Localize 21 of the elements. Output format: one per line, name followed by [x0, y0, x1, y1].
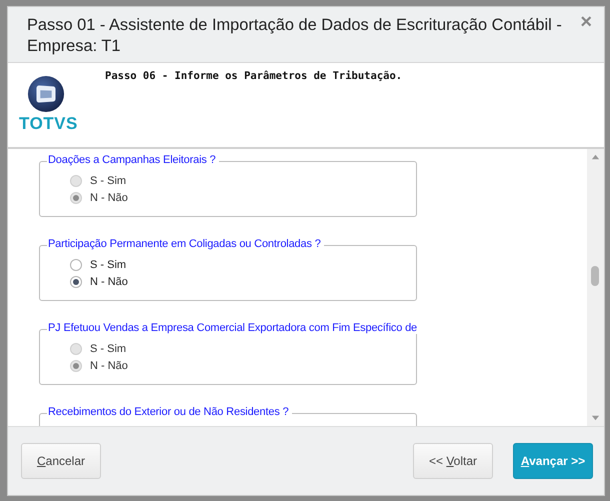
scroll-down-icon[interactable] — [591, 413, 600, 422]
scrollbar[interactable] — [587, 149, 604, 426]
radio-label: S - Sim — [90, 258, 126, 270]
radio-label: N - Não — [90, 276, 128, 288]
logo-icon — [27, 75, 65, 113]
scroll-up-icon[interactable] — [591, 153, 600, 162]
radio-label: N - Não — [90, 192, 128, 204]
cancel-button[interactable]: Cancelar — [21, 443, 101, 479]
logo-text: TOTVS — [19, 114, 78, 134]
radio-label: N - Não — [90, 360, 128, 372]
radio-label: S - Sim — [90, 342, 126, 354]
group-label: Doações a Campanhas Eleitorais ? — [47, 154, 219, 166]
scroll-thumb[interactable] — [591, 266, 599, 286]
step-title: Passo 06 - Informe os Parâmetros de Tributação. — [104, 69, 402, 84]
radio-button[interactable] — [70, 258, 82, 270]
window-title: Passo 01 - Assistente de Importação de Dados de Escrituração Contábil - Empresa: T1 — [27, 15, 563, 57]
group-label: Participação Permanente em Coligadas ou Controladas ? — [47, 238, 324, 250]
radio-label: S - Sim — [90, 174, 126, 186]
group-label: Recebimentos do Exterior ou de Não Residentes ? — [47, 406, 292, 418]
radio-button[interactable] — [70, 276, 82, 288]
back-button[interactable]: << Voltar — [413, 443, 493, 479]
